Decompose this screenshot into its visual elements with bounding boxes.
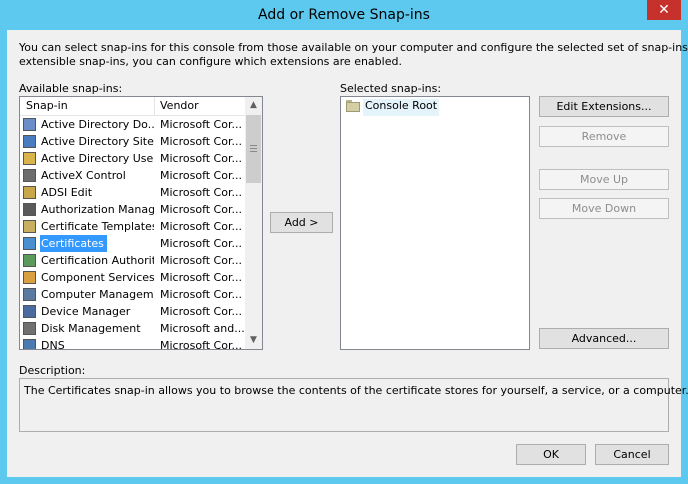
certificates-icon: [23, 237, 36, 250]
move-up-button[interactable]: Move Up: [539, 169, 669, 190]
list-item[interactable]: ActiveX Control Microsoft Cor...: [20, 167, 245, 184]
snapin-name: DNS: [41, 339, 65, 349]
intro-text-line-1: You can select snap-ins for this console…: [19, 41, 688, 54]
selected-snapins-list[interactable]: Console Root: [340, 96, 530, 350]
snapin-vendor: Microsoft Cor...: [160, 169, 242, 182]
description-label: Description:: [19, 364, 86, 377]
list-item[interactable]: Component Services Microsoft Cor...: [20, 269, 245, 286]
ad-sites-icon: [23, 135, 36, 148]
move-down-button[interactable]: Move Down: [539, 198, 669, 219]
vertical-scrollbar[interactable]: ▲ ▼: [245, 97, 262, 349]
grip-line: [250, 145, 257, 146]
snapin-name: ADSI Edit: [41, 186, 93, 199]
ok-button[interactable]: OK: [516, 444, 586, 465]
remove-button[interactable]: Remove: [539, 126, 669, 147]
snapin-vendor: Microsoft Cor...: [160, 271, 242, 284]
snapin-name: Certificate Templates: [41, 220, 154, 233]
snapin-vendor: Microsoft Cor...: [160, 118, 242, 131]
list-item[interactable]: Computer Managem... Microsoft Cor...: [20, 286, 245, 303]
description-text: The Certificates snap-in allows you to b…: [24, 384, 688, 397]
component-services-icon: [23, 271, 36, 284]
certification-authority-icon: [23, 254, 36, 267]
snapin-vendor: Microsoft Cor...: [160, 305, 242, 318]
column-header-snapin[interactable]: Snap-in: [26, 99, 68, 112]
ad-domains-icon: [23, 118, 36, 131]
list-item[interactable]: Active Directory Use... Microsoft Cor...: [20, 150, 245, 167]
intro-text-line-2: extensible snap-ins, you can configure w…: [19, 55, 402, 68]
snapin-vendor: Microsoft Cor...: [160, 220, 242, 233]
snapin-name: Device Manager: [41, 305, 131, 318]
selected-snapins-label: Selected snap-ins:: [340, 82, 442, 95]
computer-management-icon: [23, 288, 36, 301]
dns-icon: [23, 339, 36, 349]
column-header-vendor[interactable]: Vendor: [160, 99, 199, 112]
list-item[interactable]: ADSI Edit Microsoft Cor...: [20, 184, 245, 201]
snapin-name: Certification Authority: [41, 254, 154, 267]
snapin-name: Certificates: [40, 235, 107, 252]
snapin-name: ActiveX Control: [41, 169, 126, 182]
snapin-name: Active Directory Site...: [41, 135, 154, 148]
list-item[interactable]: Certificates Microsoft Cor...: [20, 235, 245, 252]
column-divider: [154, 97, 155, 115]
edit-extensions-button[interactable]: Edit Extensions...: [539, 96, 669, 117]
available-snapins-label: Available snap-ins:: [19, 82, 123, 95]
title-bar[interactable]: Add or Remove Snap-ins ✕: [0, 0, 688, 30]
list-item[interactable]: Certification Authority Microsoft Cor...: [20, 252, 245, 269]
list-rows: Active Directory Do... Microsoft Cor... Ac…: [20, 116, 245, 349]
grip-line: [250, 151, 257, 152]
snapin-vendor: Microsoft Cor...: [160, 152, 242, 165]
add-button[interactable]: Add >: [270, 212, 333, 233]
snapin-name: Authorization Manager: [41, 203, 154, 216]
scrollbar-thumb[interactable]: [246, 115, 261, 183]
list-item[interactable]: Certificate Templates Microsoft Cor...: [20, 218, 245, 235]
activex-icon: [23, 169, 36, 182]
list-item[interactable]: DNS Microsoft Cor...: [20, 337, 245, 349]
console-root-node[interactable]: Console Root: [363, 99, 440, 116]
dialog-window: Add or Remove Snap-ins ✕ You can select …: [0, 0, 688, 484]
snapin-vendor: Microsoft Cor...: [160, 135, 242, 148]
list-item[interactable]: Device Manager Microsoft Cor...: [20, 303, 245, 320]
close-button[interactable]: ✕: [647, 0, 681, 20]
scroll-down-arrow-icon[interactable]: ▼: [245, 332, 262, 349]
list-item[interactable]: Authorization Manager Microsoft Cor...: [20, 201, 245, 218]
snapin-vendor: Microsoft Cor...: [160, 186, 242, 199]
snapin-vendor: Microsoft Cor...: [160, 254, 242, 267]
snapin-vendor: Microsoft Cor...: [160, 203, 242, 216]
list-header: Snap-in Vendor: [20, 97, 245, 116]
list-item[interactable]: Active Directory Site... Microsoft Cor...: [20, 133, 245, 150]
advanced-button[interactable]: Advanced...: [539, 328, 669, 349]
description-box: The Certificates snap-in allows you to b…: [19, 378, 688, 432]
ad-users-icon: [23, 152, 36, 165]
snapin-name: Component Services: [41, 271, 154, 284]
dialog-client-area: You can select snap-ins for this console…: [7, 30, 688, 477]
window-title: Add or Remove Snap-ins: [258, 7, 430, 23]
folder-icon: [346, 100, 360, 112]
grip-line: [250, 148, 257, 149]
adsi-edit-icon: [23, 186, 36, 199]
list-item[interactable]: Disk Management Microsoft and...: [20, 320, 245, 337]
snapin-name: Active Directory Do...: [41, 118, 154, 131]
list-item[interactable]: Active Directory Do... Microsoft Cor...: [20, 116, 245, 133]
snapin-name: Computer Managem...: [41, 288, 154, 301]
scroll-up-arrow-icon[interactable]: ▲: [245, 97, 262, 114]
snapin-name: Active Directory Use...: [41, 152, 154, 165]
snapin-vendor: Microsoft Cor...: [160, 288, 242, 301]
snapin-name: Disk Management: [41, 322, 141, 335]
authorization-icon: [23, 203, 36, 216]
device-manager-icon: [23, 305, 36, 318]
disk-management-icon: [23, 322, 36, 335]
snapin-vendor: Microsoft Cor...: [160, 339, 242, 349]
cancel-button[interactable]: Cancel: [595, 444, 669, 465]
snapin-vendor: Microsoft and...: [160, 322, 245, 335]
available-snapins-list[interactable]: Snap-in Vendor Active Directory Do... Mic…: [19, 96, 263, 350]
certificate-templates-icon: [23, 220, 36, 233]
snapin-vendor: Microsoft Cor...: [160, 237, 242, 250]
